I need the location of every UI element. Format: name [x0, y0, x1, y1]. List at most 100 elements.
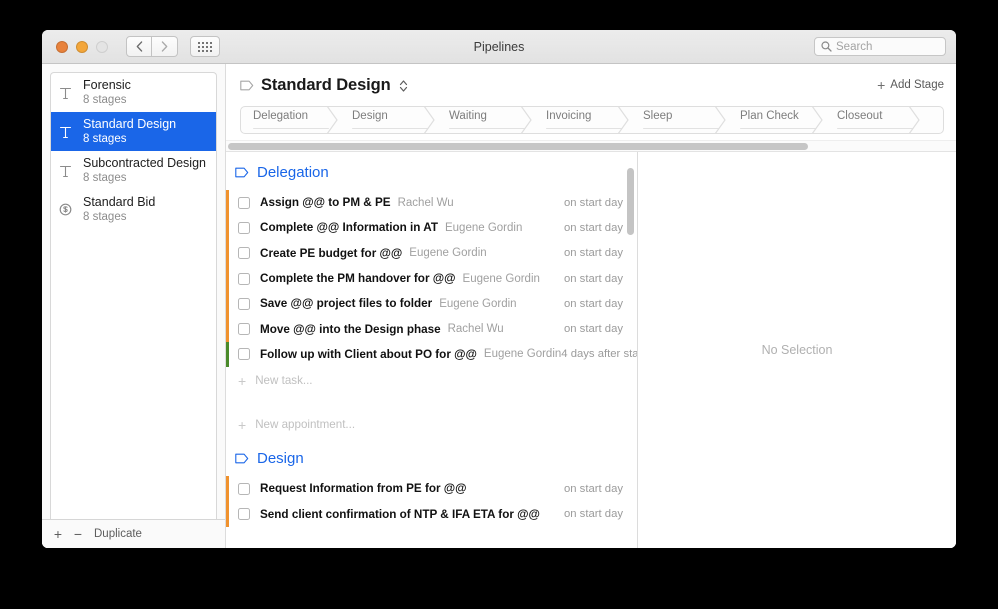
row-accent-bar [226, 265, 229, 292]
new-appointment-label: New appointment... [255, 418, 356, 432]
stage-label: Sleep [643, 110, 673, 122]
window-titlebar: Pipelines [42, 30, 956, 64]
stage-progress-bar [643, 127, 719, 129]
task-group-header-delegation: Delegation [226, 152, 637, 190]
task-due: on start day [563, 508, 623, 521]
task-list-panel[interactable]: Delegation Assign @@ to PM & PE Rachel W… [226, 152, 638, 548]
task-checkbox[interactable] [238, 272, 250, 285]
chevron-right-icon [161, 41, 168, 52]
sidebar-item-subcontracted-design[interactable]: Subcontracted Design 8 stages [51, 151, 216, 190]
add-stage-button[interactable]: + Add Stage [877, 78, 944, 92]
chevron-left-icon [136, 41, 142, 52]
table-row[interactable]: Send client confirmation of NTP & IFA ET… [226, 501, 637, 527]
table-row[interactable]: Request Information from PE for @@ on st… [226, 476, 637, 502]
add-pipeline-button[interactable]: + [48, 527, 68, 541]
task-title: Send client confirmation of NTP & IFA ET… [260, 507, 540, 521]
grid-view-button[interactable] [190, 36, 220, 57]
pipeline-stepper-icon[interactable] [399, 79, 408, 93]
table-row[interactable]: Assign @@ to PM & PE Rachel Wu on start … [226, 190, 637, 216]
row-accent-bar [226, 190, 229, 216]
task-title: Create PE budget for @@ [260, 246, 403, 260]
search-field[interactable] [814, 37, 946, 56]
task-title: Move @@ into the Design phase [260, 322, 441, 336]
stage-progress-bar [546, 127, 622, 129]
task-list-scrollbar[interactable] [627, 158, 634, 546]
task-checkbox[interactable] [238, 297, 250, 310]
task-due: on start day [563, 196, 623, 209]
task-checkbox[interactable] [238, 247, 250, 260]
row-accent-bar [226, 291, 229, 317]
no-selection-label: No Selection [761, 343, 833, 357]
remove-pipeline-button[interactable]: − [68, 527, 88, 541]
stage-chip-delegation[interactable]: Delegation [241, 107, 338, 133]
table-row[interactable]: Follow up with Client about PO for @@ Eu… [226, 341, 637, 368]
scrollbar-thumb[interactable] [627, 168, 634, 235]
new-task-button[interactable]: + New task... [226, 367, 637, 394]
detail-panel: No Selection [638, 152, 956, 548]
table-row[interactable]: Complete @@ Information in AT Eugene Gor… [226, 215, 637, 241]
back-button[interactable] [126, 36, 152, 57]
stage-chip-closeout[interactable]: Closeout [823, 107, 920, 133]
sidebar-item-forensic[interactable]: Forensic 8 stages [51, 73, 216, 112]
stage-chip-plan-check[interactable]: Plan Check [726, 107, 823, 133]
row-accent-bar [226, 476, 229, 502]
task-title: Complete @@ Information in AT [260, 221, 438, 235]
stage-label: Closeout [837, 110, 883, 122]
task-checkbox[interactable] [238, 221, 250, 234]
search-input[interactable] [836, 40, 939, 53]
task-checkbox[interactable] [238, 482, 250, 495]
task-group-name: Delegation [257, 164, 329, 181]
new-task-label: New task... [255, 374, 313, 388]
task-checkbox[interactable] [238, 323, 250, 336]
sidebar-item-sublabel: 8 stages [83, 211, 127, 224]
forward-button[interactable] [152, 36, 178, 57]
close-window-button[interactable] [56, 40, 68, 53]
task-owner: Eugene Gordin [483, 348, 562, 361]
task-owner: Eugene Gordin [444, 221, 523, 234]
dollar-circle-icon [57, 203, 74, 216]
table-row[interactable]: Move @@ into the Design phase Rachel Wu … [226, 316, 637, 342]
task-group-name: Design [257, 450, 304, 468]
maximize-window-button[interactable] [96, 40, 108, 53]
stage-progress-bar [837, 127, 913, 129]
scrollbar-thumb[interactable] [228, 143, 808, 150]
row-accent-bar [226, 341, 229, 368]
stage-horizontal-scrollbar[interactable] [226, 140, 956, 151]
table-row[interactable]: Save @@ project files to folder Eugene G… [226, 291, 637, 317]
sidebar: Forensic 8 stages Standard Design 8 stag… [42, 64, 226, 548]
app-window: Pipelines Forensic 8 stages [42, 30, 956, 548]
task-checkbox[interactable] [238, 348, 250, 361]
t-square-icon [57, 164, 74, 178]
table-row[interactable]: Create PE budget for @@ Eugene Gordin on… [226, 240, 637, 266]
row-accent-bar [226, 501, 229, 527]
minimize-window-button[interactable] [76, 40, 88, 53]
traffic-lights [56, 40, 108, 53]
table-row[interactable]: Complete the PM handover for @@ Eugene G… [226, 265, 637, 292]
task-owner: Rachel Wu [397, 196, 454, 209]
task-checkbox[interactable] [238, 508, 250, 521]
stage-progress-bar [352, 127, 428, 129]
stage-progress-bar [740, 127, 816, 129]
stage-chip-design[interactable]: Design [338, 107, 435, 133]
tag-icon [235, 167, 249, 178]
stage-chip-waiting[interactable]: Waiting [435, 107, 532, 133]
sidebar-item-sublabel: 8 stages [83, 172, 127, 185]
sidebar-item-standard-design[interactable]: Standard Design 8 stages [51, 112, 216, 151]
sidebar-item-standard-bid[interactable]: Standard Bid 8 stages [51, 190, 216, 229]
sidebar-item-sublabel: 8 stages [83, 133, 127, 146]
stage-chip-sleep[interactable]: Sleep [629, 107, 726, 133]
task-owner: Rachel Wu [447, 323, 504, 336]
stage-chip-invoicing[interactable]: Invoicing [532, 107, 629, 133]
row-accent-bar [226, 240, 229, 266]
tag-icon [240, 80, 254, 91]
task-checkbox[interactable] [238, 196, 250, 209]
stage-breadcrumb-bar: Delegation Design Waiting Invoicing Slee… [240, 106, 944, 134]
new-appointment-button[interactable]: + New appointment... [226, 411, 637, 438]
stage-progress-bar [449, 127, 525, 129]
stage-label: Plan Check [740, 110, 799, 122]
duplicate-pipeline-button[interactable]: Duplicate [94, 528, 142, 540]
task-owner: Eugene Gordin [439, 297, 517, 310]
t-square-icon [57, 125, 74, 139]
sidebar-item-sublabel: 8 stages [83, 94, 127, 107]
task-owner: Eugene Gordin [462, 272, 540, 285]
